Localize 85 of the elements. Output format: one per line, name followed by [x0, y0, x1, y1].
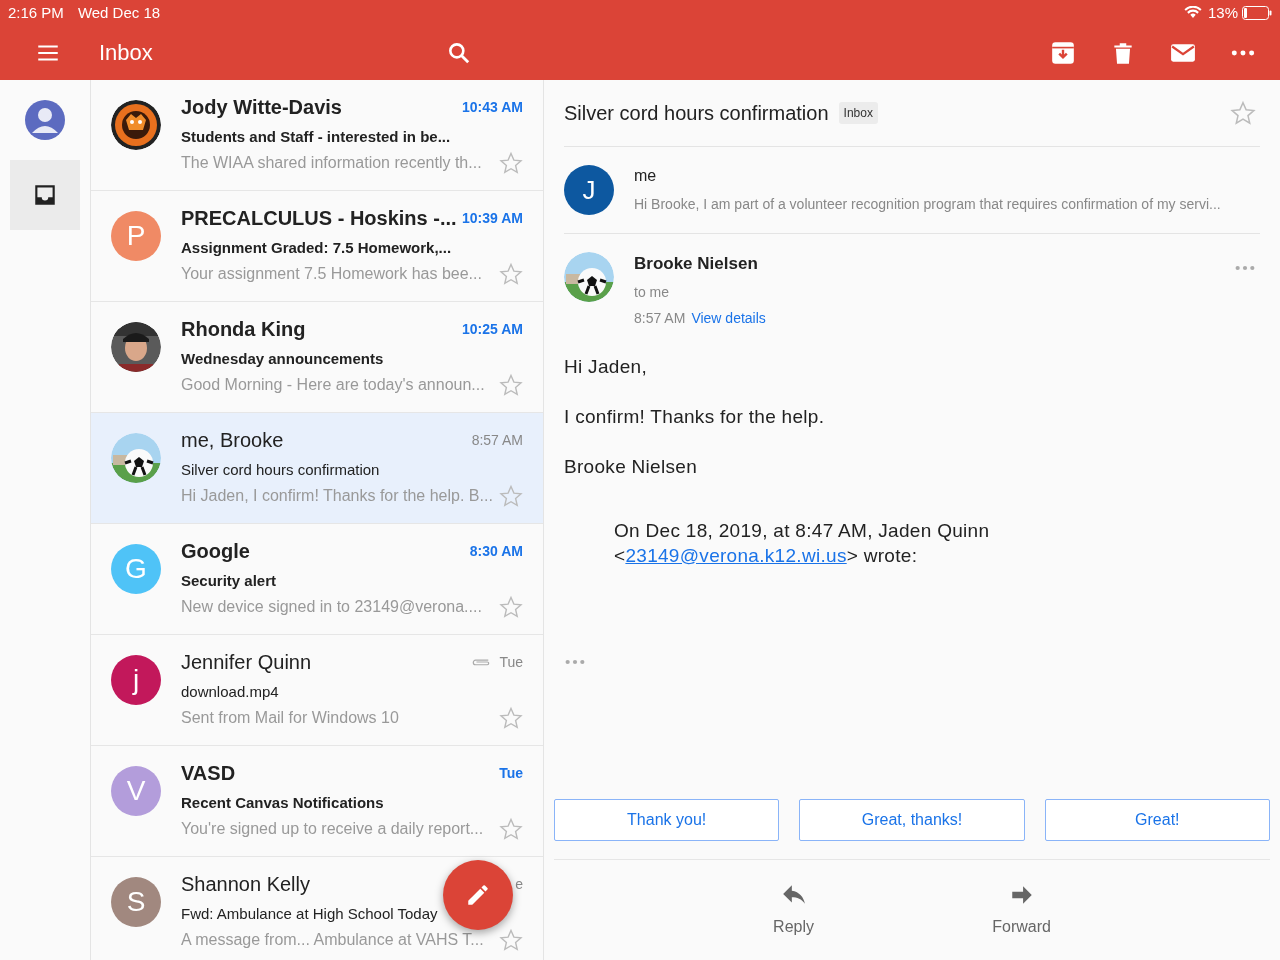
inbox-label: Inbox [838, 102, 878, 124]
sender-name: VASD [181, 761, 236, 785]
star-icon[interactable] [499, 373, 523, 397]
smart-reply-button[interactable]: Great! [1044, 799, 1270, 841]
sender-name: Jennifer Quinn [181, 650, 312, 674]
battery-icon [1242, 5, 1272, 20]
body-text: Brooke Nielsen [564, 456, 699, 478]
star-icon[interactable] [499, 484, 523, 508]
message-snippet: Hi Jaden, I confirm! Thanks for the help. B... [181, 487, 494, 505]
more-icon[interactable] [1234, 264, 1256, 272]
message-row[interactable]: G Google 8:30 AM Security alert New device signed in to 23149@verona.... [91, 524, 543, 635]
message-time: Tue [499, 765, 523, 781]
message-subject: Fwd: Ambulance at High School Today [181, 905, 439, 922]
message-snippet: The WIAA shared information recently th... [181, 154, 483, 172]
star-icon[interactable] [1230, 100, 1256, 126]
recipient-text: to me [634, 284, 670, 300]
avatar: J [564, 165, 614, 215]
email-link[interactable]: 23149@verona.k12.wi.us [625, 545, 847, 566]
inbox-button[interactable] [10, 160, 80, 230]
body-text: I confirm! Thanks for the help. [564, 406, 826, 428]
sender-name: Jody Witte-Davis [181, 95, 342, 119]
avatar: S [111, 877, 161, 927]
message-subject: download.mp4 [181, 683, 280, 700]
message-time: 10:39 AM [462, 210, 523, 226]
toolbar-title: Inbox [99, 39, 154, 66]
wifi-icon [1183, 6, 1202, 19]
message-snippet: Sent from Mail for Windows 10 [181, 709, 400, 727]
message-snippet: Your assignment 7.5 Homework has bee... [181, 265, 483, 283]
archive-icon[interactable] [1050, 39, 1076, 66]
avatar: G [111, 544, 161, 594]
message-snippet: Hi Brooke, I am part of a volunteer recognition program that requires confirmation of my servi... [634, 196, 1221, 212]
quoted-text: On Dec 18, 2019, at 8:47 AM, Jaden Quinn <23149@verona.k12.wi.us> wrote: [613, 519, 991, 568]
sender-name: Brooke Nielsen [634, 254, 759, 274]
message-subject: Assignment Graded: 7.5 Homework,... [181, 239, 453, 256]
sender-name: Google [181, 539, 250, 563]
message-snippet: A message from... Ambulance at VAHS T... [181, 931, 485, 949]
sender-name: Rhonda King [181, 317, 306, 341]
message-time: 8:30 AM [469, 543, 523, 559]
message-subject: Students and Staff - interested in be... [181, 128, 452, 145]
avatar: P [111, 211, 161, 261]
view-details-link[interactable]: View details [691, 310, 766, 326]
show-quoted-icon[interactable] [564, 658, 586, 666]
message-row[interactable]: Jody Witte-Davis 10:43 AM Students and Staff - interested in be... The WIAA shared information recently th... [91, 80, 543, 191]
message-time: 8:57 AM [471, 432, 523, 448]
smart-reply-button[interactable]: Thank you! [554, 799, 780, 841]
star-icon[interactable] [499, 262, 523, 286]
reply-button[interactable]: Reply [767, 860, 820, 960]
compose-button[interactable] [443, 860, 513, 930]
sender-name: me [634, 167, 658, 185]
message-snippet: You're signed up to receive a daily report... [181, 820, 485, 838]
message-row[interactable]: me, Brooke 8:57 AM Silver cord hours confirmation Hi Jaden, I confirm! Thanks for the help. B... [91, 413, 543, 524]
avatar: V [111, 766, 161, 816]
message-time: Tue [499, 654, 523, 670]
message-subject: Security alert [181, 572, 278, 589]
message-subject: Silver cord hours confirmation [181, 461, 381, 478]
message-snippet: Good Morning - Here are today's announ... [181, 376, 486, 394]
message-time: e [515, 876, 523, 892]
sender-name: PRECALCULUS - Hoskins -... [181, 206, 457, 230]
message-snippet: New device signed in to 23149@verona.... [181, 598, 483, 616]
forward-button[interactable]: Forward [986, 860, 1057, 960]
message-row[interactable]: P PRECALCULUS - Hoskins -... 10:39 AM Assignment Graded: 7.5 Homework,... Your assignment 7.5 Homework has bee... [91, 191, 543, 302]
message-row[interactable]: V VASD Tue Recent Canvas Notifications You're signed up to receive a daily report... [91, 746, 543, 857]
star-icon[interactable] [499, 151, 523, 175]
star-icon[interactable] [499, 817, 523, 841]
message-time: 8:57 AM [634, 310, 686, 326]
message-subject: Recent Canvas Notifications [181, 794, 385, 811]
message-row[interactable]: j Jennifer Quinn Tue download.mp4 Sent from Mail for Windows 10 [91, 635, 543, 746]
account-icon [25, 100, 65, 140]
pencil-icon [465, 882, 491, 908]
sender-name: Shannon Kelly [181, 872, 310, 896]
status-time: 2:16 PM [8, 4, 64, 21]
avatar: j [111, 655, 161, 705]
message-time: 10:43 AM [462, 99, 523, 115]
body-text: Hi Jaden, [564, 356, 648, 378]
battery-percent: 13% [1207, 4, 1238, 21]
star-icon[interactable] [499, 595, 523, 619]
message-time: 10:25 AM [462, 321, 523, 337]
status-date: Wed Dec 18 [77, 4, 161, 21]
message-subject: Wednesday announcements [181, 350, 385, 367]
star-icon[interactable] [499, 706, 523, 730]
inbox-icon [32, 182, 58, 208]
smart-reply-button[interactable]: Great, thanks! [799, 799, 1025, 841]
star-icon[interactable] [499, 928, 523, 952]
conversation-subject: Silver cord hours confirmation [564, 101, 829, 125]
sender-name: me, Brooke [181, 428, 284, 452]
